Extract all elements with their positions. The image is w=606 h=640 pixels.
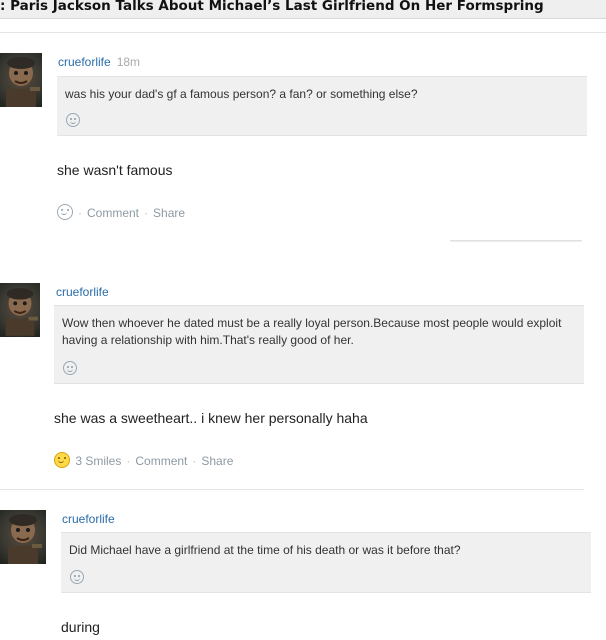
question-box: was his your dad's gf a famous person? a… (57, 76, 587, 136)
avatar-image (5, 288, 39, 336)
post-divider (0, 489, 584, 490)
user-avatar[interactable] (0, 510, 46, 564)
share-link[interactable]: Share (153, 206, 185, 220)
smile-icon[interactable] (70, 570, 84, 584)
comment-link[interactable]: Comment (135, 454, 187, 468)
page-header: : Paris Jackson Talks About Michael’s La… (0, 0, 606, 19)
question-text: Wow then whoever he dated must be a real… (62, 316, 562, 347)
avatar-image (6, 57, 40, 107)
question-box: Did Michael have a girlfriend at the tim… (61, 532, 591, 593)
question-text: Did Michael have a girlfriend at the tim… (69, 543, 461, 557)
smile-icon[interactable] (57, 204, 73, 220)
username-link[interactable]: crueforlife (58, 55, 111, 69)
username-link[interactable]: crueforlife (62, 512, 115, 526)
header-divider (0, 32, 606, 33)
smile-icon[interactable] (63, 361, 77, 375)
post-actions: · Comment · Share (57, 204, 185, 220)
share-link[interactable]: Share (201, 454, 233, 468)
user-avatar[interactable] (0, 53, 42, 107)
user-avatar[interactable] (0, 283, 40, 337)
comment-link[interactable]: Comment (87, 206, 139, 220)
answer-text: she was a sweetheart.. i knew her person… (54, 410, 368, 426)
answer-text: during (61, 619, 100, 635)
smile-icon-active[interactable] (54, 452, 70, 468)
comment-input-edge (450, 240, 582, 242)
answer-text: she wasn't famous (57, 162, 173, 178)
post-time: 18m (116, 55, 141, 69)
post-actions: 3 Smiles · Comment · Share (54, 452, 233, 468)
smiles-count[interactable]: 3 Smiles (75, 454, 121, 468)
question-box: Wow then whoever he dated must be a real… (54, 305, 584, 384)
username-link[interactable]: crueforlife (56, 285, 109, 299)
post-author[interactable]: crueforlife (62, 512, 115, 526)
smile-icon[interactable] (66, 113, 80, 127)
question-text: was his your dad's gf a famous person? a… (65, 87, 418, 101)
post-author[interactable]: crueforlife (56, 285, 109, 299)
page-title: : Paris Jackson Talks About Michael’s La… (0, 0, 544, 14)
post-author[interactable]: crueforlife 18m (58, 55, 140, 69)
avatar-image (8, 514, 42, 564)
